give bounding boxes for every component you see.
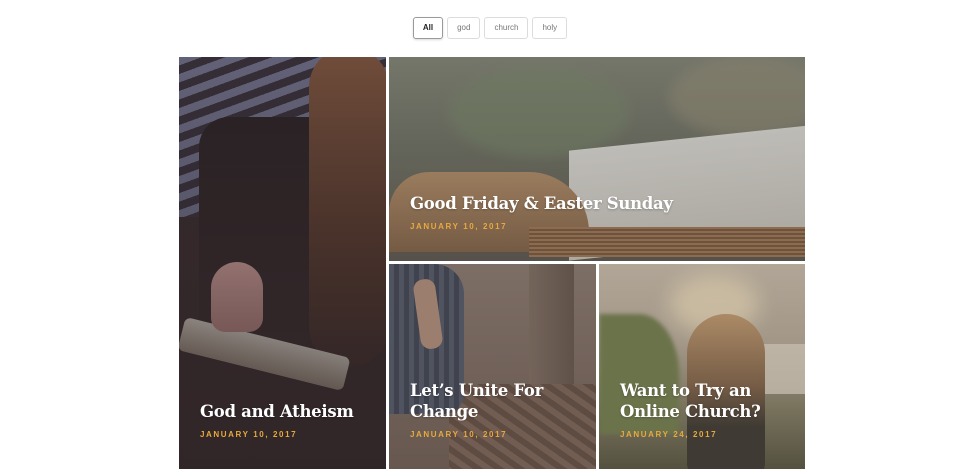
post-title[interactable]: God and Atheism [200,401,372,422]
filter-god-button[interactable]: god [447,17,481,39]
post-caption: Good Friday & Easter Sunday JANUARY 10, … [410,193,791,231]
filter-all-button[interactable]: All [412,17,444,39]
post-card-lets-unite[interactable]: Let’s Unite For Change JANUARY 10, 2017 [389,264,596,469]
post-date: JANUARY 24, 2017 [620,430,718,439]
filter-church-button[interactable]: church [484,17,529,39]
post-card-good-friday[interactable]: Good Friday & Easter Sunday JANUARY 10, … [389,57,805,261]
post-title[interactable]: Want to Try an Online Church? [620,380,791,422]
post-date: JANUARY 10, 2017 [410,222,508,231]
post-date: JANUARY 10, 2017 [410,430,508,439]
post-card-god-and-atheism[interactable]: God and Atheism JANUARY 10, 2017 [179,57,386,469]
post-title[interactable]: Let’s Unite For Change [410,380,582,422]
post-date: JANUARY 10, 2017 [200,430,298,439]
filter-bar: All god church holy [0,17,980,39]
post-caption: Want to Try an Online Church? JANUARY 24… [620,380,791,439]
post-caption: Let’s Unite For Change JANUARY 10, 2017 [410,380,582,439]
post-card-online-church[interactable]: Want to Try an Online Church? JANUARY 24… [599,264,805,469]
post-caption: God and Atheism JANUARY 10, 2017 [200,401,372,439]
post-title[interactable]: Good Friday & Easter Sunday [410,193,791,214]
filter-holy-button[interactable]: holy [532,17,568,39]
